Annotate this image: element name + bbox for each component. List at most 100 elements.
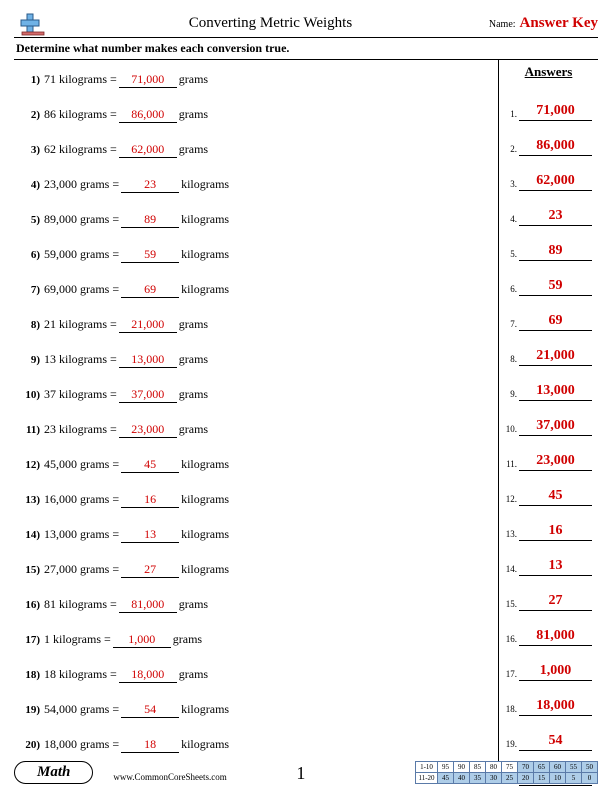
problem-number: 14) (20, 529, 44, 541)
problem-left: 89,000 grams = (44, 212, 119, 227)
answer-number: 10. (505, 424, 519, 436)
answer-row: 3.62,000 (505, 156, 592, 191)
problem-body: 1 kilograms =1,000grams (44, 632, 202, 648)
answer-value: 1,000 (519, 663, 592, 681)
problem-row: 13)16,000 grams =16kilograms (20, 484, 492, 519)
problem-right: grams (179, 597, 208, 612)
problem-blank: 69 (121, 282, 179, 298)
worksheet-title: Converting Metric Weights (52, 15, 489, 32)
logo-icon (14, 12, 52, 36)
problem-blank: 89 (121, 212, 179, 228)
answers-column: Answers 1.71,0002.86,0003.62,0004.235.89… (498, 60, 598, 762)
score-cell: 40 (454, 773, 470, 784)
answer-number: 1. (505, 109, 519, 121)
problem-number: 10) (20, 389, 44, 401)
header: Converting Metric Weights Name: Answer K… (14, 10, 598, 38)
problem-row: 11)23 kilograms =23,000grams (20, 414, 492, 449)
answer-row: 13.16 (505, 506, 592, 541)
name-field-area: Name: Answer Key (489, 15, 598, 32)
answer-row: 17.1,000 (505, 646, 592, 681)
answer-number: 13. (505, 529, 519, 541)
problem-number: 12) (20, 459, 44, 471)
problem-right: grams (173, 632, 202, 647)
answer-value: 13,000 (519, 383, 592, 401)
problem-left: 37 kilograms = (44, 387, 117, 402)
problem-number: 16) (20, 599, 44, 611)
problem-blank: 13,000 (119, 352, 177, 368)
score-cell: 25 (502, 773, 518, 784)
problem-number: 19) (20, 704, 44, 716)
problem-body: 13,000 grams =13kilograms (44, 527, 229, 543)
answer-value: 69 (519, 313, 592, 331)
problem-right: kilograms (181, 492, 229, 507)
problem-row: 20)18,000 grams =18kilograms (20, 729, 492, 764)
problem-blank: 18 (121, 737, 179, 753)
problem-right: grams (179, 142, 208, 157)
answer-row: 19.54 (505, 716, 592, 751)
instructions: Determine what number makes each convers… (14, 38, 598, 60)
answer-value: 86,000 (519, 138, 592, 156)
problem-row: 6)59,000 grams =59kilograms (20, 239, 492, 274)
problem-body: 86 kilograms =86,000grams (44, 107, 208, 123)
score-cell: 80 (486, 762, 502, 773)
answer-value: 81,000 (519, 628, 592, 646)
answer-number: 12. (505, 494, 519, 506)
problem-body: 21 kilograms =21,000grams (44, 317, 208, 333)
problem-body: 59,000 grams =59kilograms (44, 247, 229, 263)
score-row-label: 11-20 (416, 773, 438, 784)
problem-number: 3) (20, 144, 44, 156)
answer-row: 15.27 (505, 576, 592, 611)
problem-right: kilograms (181, 562, 229, 577)
answer-value: 45 (519, 488, 592, 506)
problem-left: 23,000 grams = (44, 177, 119, 192)
problem-body: 23,000 grams =23kilograms (44, 177, 229, 193)
problem-left: 18 kilograms = (44, 667, 117, 682)
answer-number: 8. (505, 354, 519, 366)
problem-left: 59,000 grams = (44, 247, 119, 262)
worksheet-page: Converting Metric Weights Name: Answer K… (0, 0, 612, 792)
answer-row: 18.18,000 (505, 681, 592, 716)
answer-number: 14. (505, 564, 519, 576)
answers-list: 1.71,0002.86,0003.62,0004.235.896.597.69… (505, 86, 592, 786)
answer-value: 23 (519, 208, 592, 226)
problem-body: 81 kilograms =81,000grams (44, 597, 208, 613)
problem-row: 19)54,000 grams =54kilograms (20, 694, 492, 729)
problem-body: 69,000 grams =69kilograms (44, 282, 229, 298)
problem-right: grams (179, 422, 208, 437)
score-cell: 30 (486, 773, 502, 784)
score-cell: 60 (550, 762, 566, 773)
problem-number: 2) (20, 109, 44, 121)
problem-row: 12)45,000 grams =45kilograms (20, 449, 492, 484)
name-label: Name: (489, 19, 516, 30)
problem-right: kilograms (181, 527, 229, 542)
problem-blank: 59 (121, 247, 179, 263)
answer-number: 17. (505, 669, 519, 681)
problem-body: 89,000 grams =89kilograms (44, 212, 229, 228)
problem-row: 17)1 kilograms =1,000grams (20, 624, 492, 659)
problem-body: 18 kilograms =18,000grams (44, 667, 208, 683)
answer-number: 3. (505, 179, 519, 191)
answer-row: 4.23 (505, 191, 592, 226)
problem-left: 86 kilograms = (44, 107, 117, 122)
problem-number: 8) (20, 319, 44, 331)
answer-row: 16.81,000 (505, 611, 592, 646)
answer-row: 5.89 (505, 226, 592, 261)
answer-value: 54 (519, 733, 592, 751)
problem-right: kilograms (181, 282, 229, 297)
problem-number: 6) (20, 249, 44, 261)
problem-body: 16,000 grams =16kilograms (44, 492, 229, 508)
problem-number: 7) (20, 284, 44, 296)
problem-blank: 23,000 (119, 422, 177, 438)
problem-row: 16)81 kilograms =81,000grams (20, 589, 492, 624)
problem-row: 10)37 kilograms =37,000grams (20, 379, 492, 414)
problem-blank: 71,000 (119, 72, 177, 88)
problem-right: grams (179, 352, 208, 367)
problem-body: 27,000 grams =27kilograms (44, 562, 229, 578)
answer-value: 71,000 (519, 103, 592, 121)
answer-number: 15. (505, 599, 519, 611)
problem-blank: 18,000 (119, 667, 177, 683)
answer-value: 23,000 (519, 453, 592, 471)
score-cell: 85 (470, 762, 486, 773)
problem-right: kilograms (181, 702, 229, 717)
score-grid: 1-109590858075706560555011-2045403530252… (415, 761, 598, 784)
